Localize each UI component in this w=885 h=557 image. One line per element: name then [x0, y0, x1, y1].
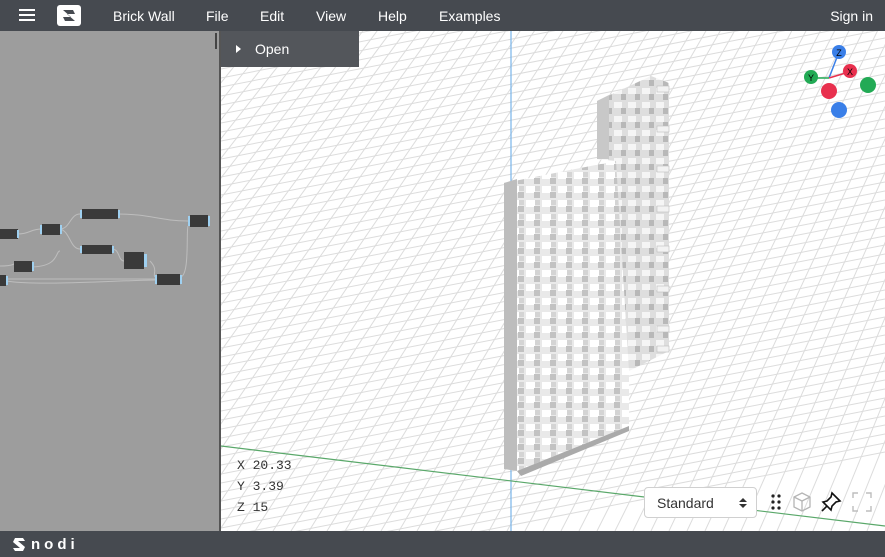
x-axis-label: X	[847, 67, 853, 77]
bottom-bar: nodi	[0, 531, 885, 557]
graph-node[interactable]	[80, 209, 120, 219]
menu-file[interactable]: File	[206, 8, 229, 24]
graph-node[interactable]	[155, 274, 182, 285]
document-title: Brick Wall	[113, 8, 175, 24]
3d-viewport[interactable]	[221, 31, 885, 531]
caret-right-icon	[236, 45, 241, 53]
brand-name: nodi	[31, 536, 79, 553]
z-axis-label: Z	[836, 48, 842, 58]
node-graph-panel[interactable]	[0, 31, 219, 531]
coord-y: Y 3.39	[237, 479, 284, 494]
cursor-coordinates: X 20.33 Y 3.39 Z 15	[237, 455, 292, 518]
fullscreen-icon[interactable]	[851, 491, 873, 513]
graph-node[interactable]	[40, 224, 62, 235]
graph-node[interactable]	[0, 275, 8, 286]
axis-gizmo[interactable]: Z X Y	[795, 40, 885, 120]
open-panel-button[interactable]: Open	[221, 31, 359, 67]
camera-mode-value: Standard	[657, 495, 714, 511]
brick-wall-model[interactable]	[504, 76, 670, 476]
neg-y-axis-handle[interactable]	[860, 77, 876, 93]
menu-view[interactable]: View	[316, 8, 346, 24]
menu-help[interactable]: Help	[378, 8, 407, 24]
brand: nodi	[13, 536, 79, 553]
camera-mode-select[interactable]: Standard	[644, 487, 757, 518]
coord-x: X 20.33	[237, 458, 292, 473]
coord-z: Z 15	[237, 500, 269, 515]
viewport-scene[interactable]	[221, 31, 885, 531]
menu-edit[interactable]: Edit	[260, 8, 284, 24]
nodi-mark-icon	[13, 538, 25, 551]
graph-node[interactable]	[0, 229, 19, 239]
graph-node[interactable]	[124, 252, 147, 269]
graph-node[interactable]	[80, 245, 114, 254]
node-graph-canvas[interactable]	[0, 31, 219, 531]
nodi-logo-icon[interactable]	[57, 5, 81, 26]
sign-in-link[interactable]: Sign in	[830, 8, 873, 24]
neg-x-axis-handle[interactable]	[821, 83, 837, 99]
grid-dots-icon[interactable]	[765, 491, 787, 513]
top-menu-bar: Brick Wall File Edit View Help Examples …	[0, 0, 885, 31]
select-caret-icon	[739, 498, 747, 508]
open-label: Open	[255, 41, 290, 57]
graph-node[interactable]	[188, 215, 210, 227]
hamburger-icon[interactable]	[19, 9, 35, 22]
cube-icon[interactable]	[791, 491, 813, 513]
graph-node[interactable]	[14, 261, 34, 272]
pin-icon[interactable]	[820, 491, 842, 513]
menu-examples[interactable]: Examples	[439, 8, 500, 24]
neg-z-axis-handle[interactable]	[831, 102, 847, 118]
panel-resize-handle[interactable]	[215, 33, 217, 49]
y-axis-label: Y	[808, 73, 814, 83]
